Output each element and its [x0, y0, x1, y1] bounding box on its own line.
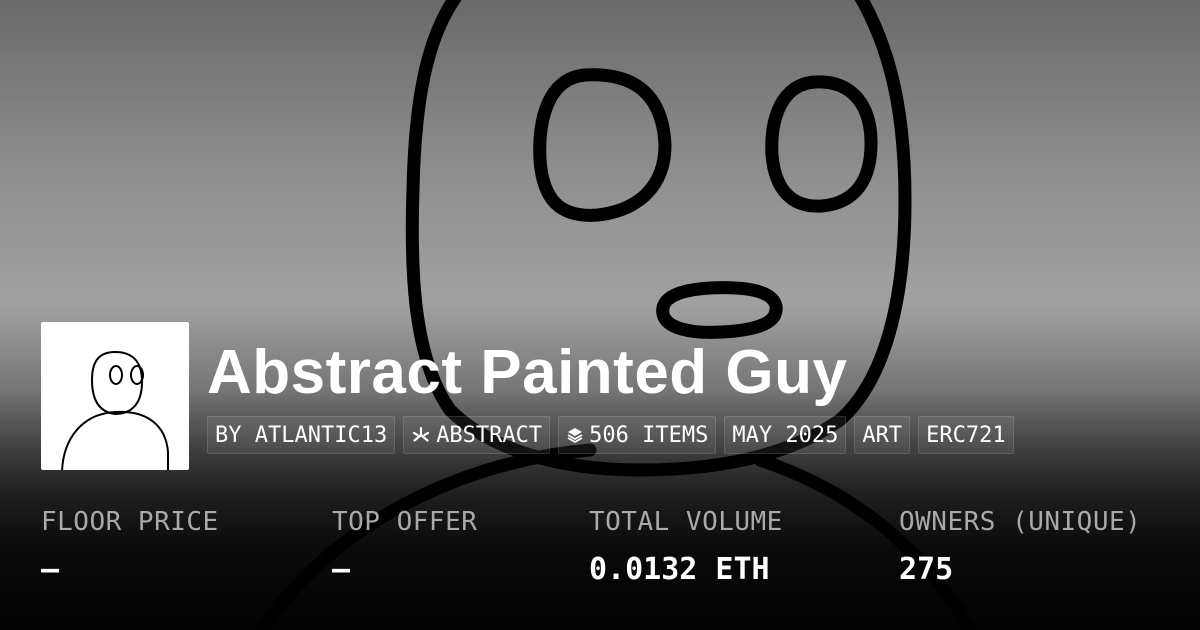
standard-label: ERC721 — [926, 422, 1006, 448]
abstract-logo-icon — [411, 425, 431, 445]
stat-floor-price: FLOOR PRICE — — [41, 505, 219, 587]
standard-chip: ERC721 — [918, 416, 1014, 454]
stat-value: 0.0132 ETH — [589, 552, 770, 587]
category-label: ART — [862, 422, 903, 448]
stat-label: TOP OFFER — [332, 507, 478, 537]
category-chip[interactable]: ART — [854, 416, 911, 454]
items-label: 506 ITEMS — [589, 422, 709, 448]
chain-label: ABSTRACT — [436, 422, 543, 448]
stat-label: TOTAL VOLUME — [589, 507, 783, 537]
date-label: MAY 2025 — [732, 422, 839, 448]
collection-thumbnail — [41, 322, 189, 470]
collection-meta-chips: BY ATLANTIC13 ABSTRACT 506 ITEMS MAY 202… — [207, 416, 1014, 454]
stat-value: 275 — [899, 552, 954, 587]
layers-icon — [566, 426, 584, 444]
creator-label: BY ATLANTIC13 — [215, 422, 388, 448]
thumbnail-guy-drawing — [61, 351, 169, 470]
items-chip[interactable]: 506 ITEMS — [558, 416, 717, 454]
stat-value: — — [41, 552, 60, 587]
stat-label: OWNERS (UNIQUE) — [899, 507, 1142, 537]
stat-owners: OWNERS (UNIQUE) 275 — [899, 505, 1141, 587]
chain-chip[interactable]: ABSTRACT — [403, 416, 551, 454]
stat-value: — — [332, 552, 351, 587]
date-chip: MAY 2025 — [724, 416, 847, 454]
creator-chip[interactable]: BY ATLANTIC13 — [207, 416, 396, 454]
stat-top-offer: TOP OFFER — — [332, 505, 477, 587]
stat-label: FLOOR PRICE — [41, 507, 219, 537]
stat-total-volume: TOTAL VOLUME 0.0132 ETH — [589, 505, 783, 587]
collection-title: Abstract Painted Guy — [207, 338, 848, 407]
